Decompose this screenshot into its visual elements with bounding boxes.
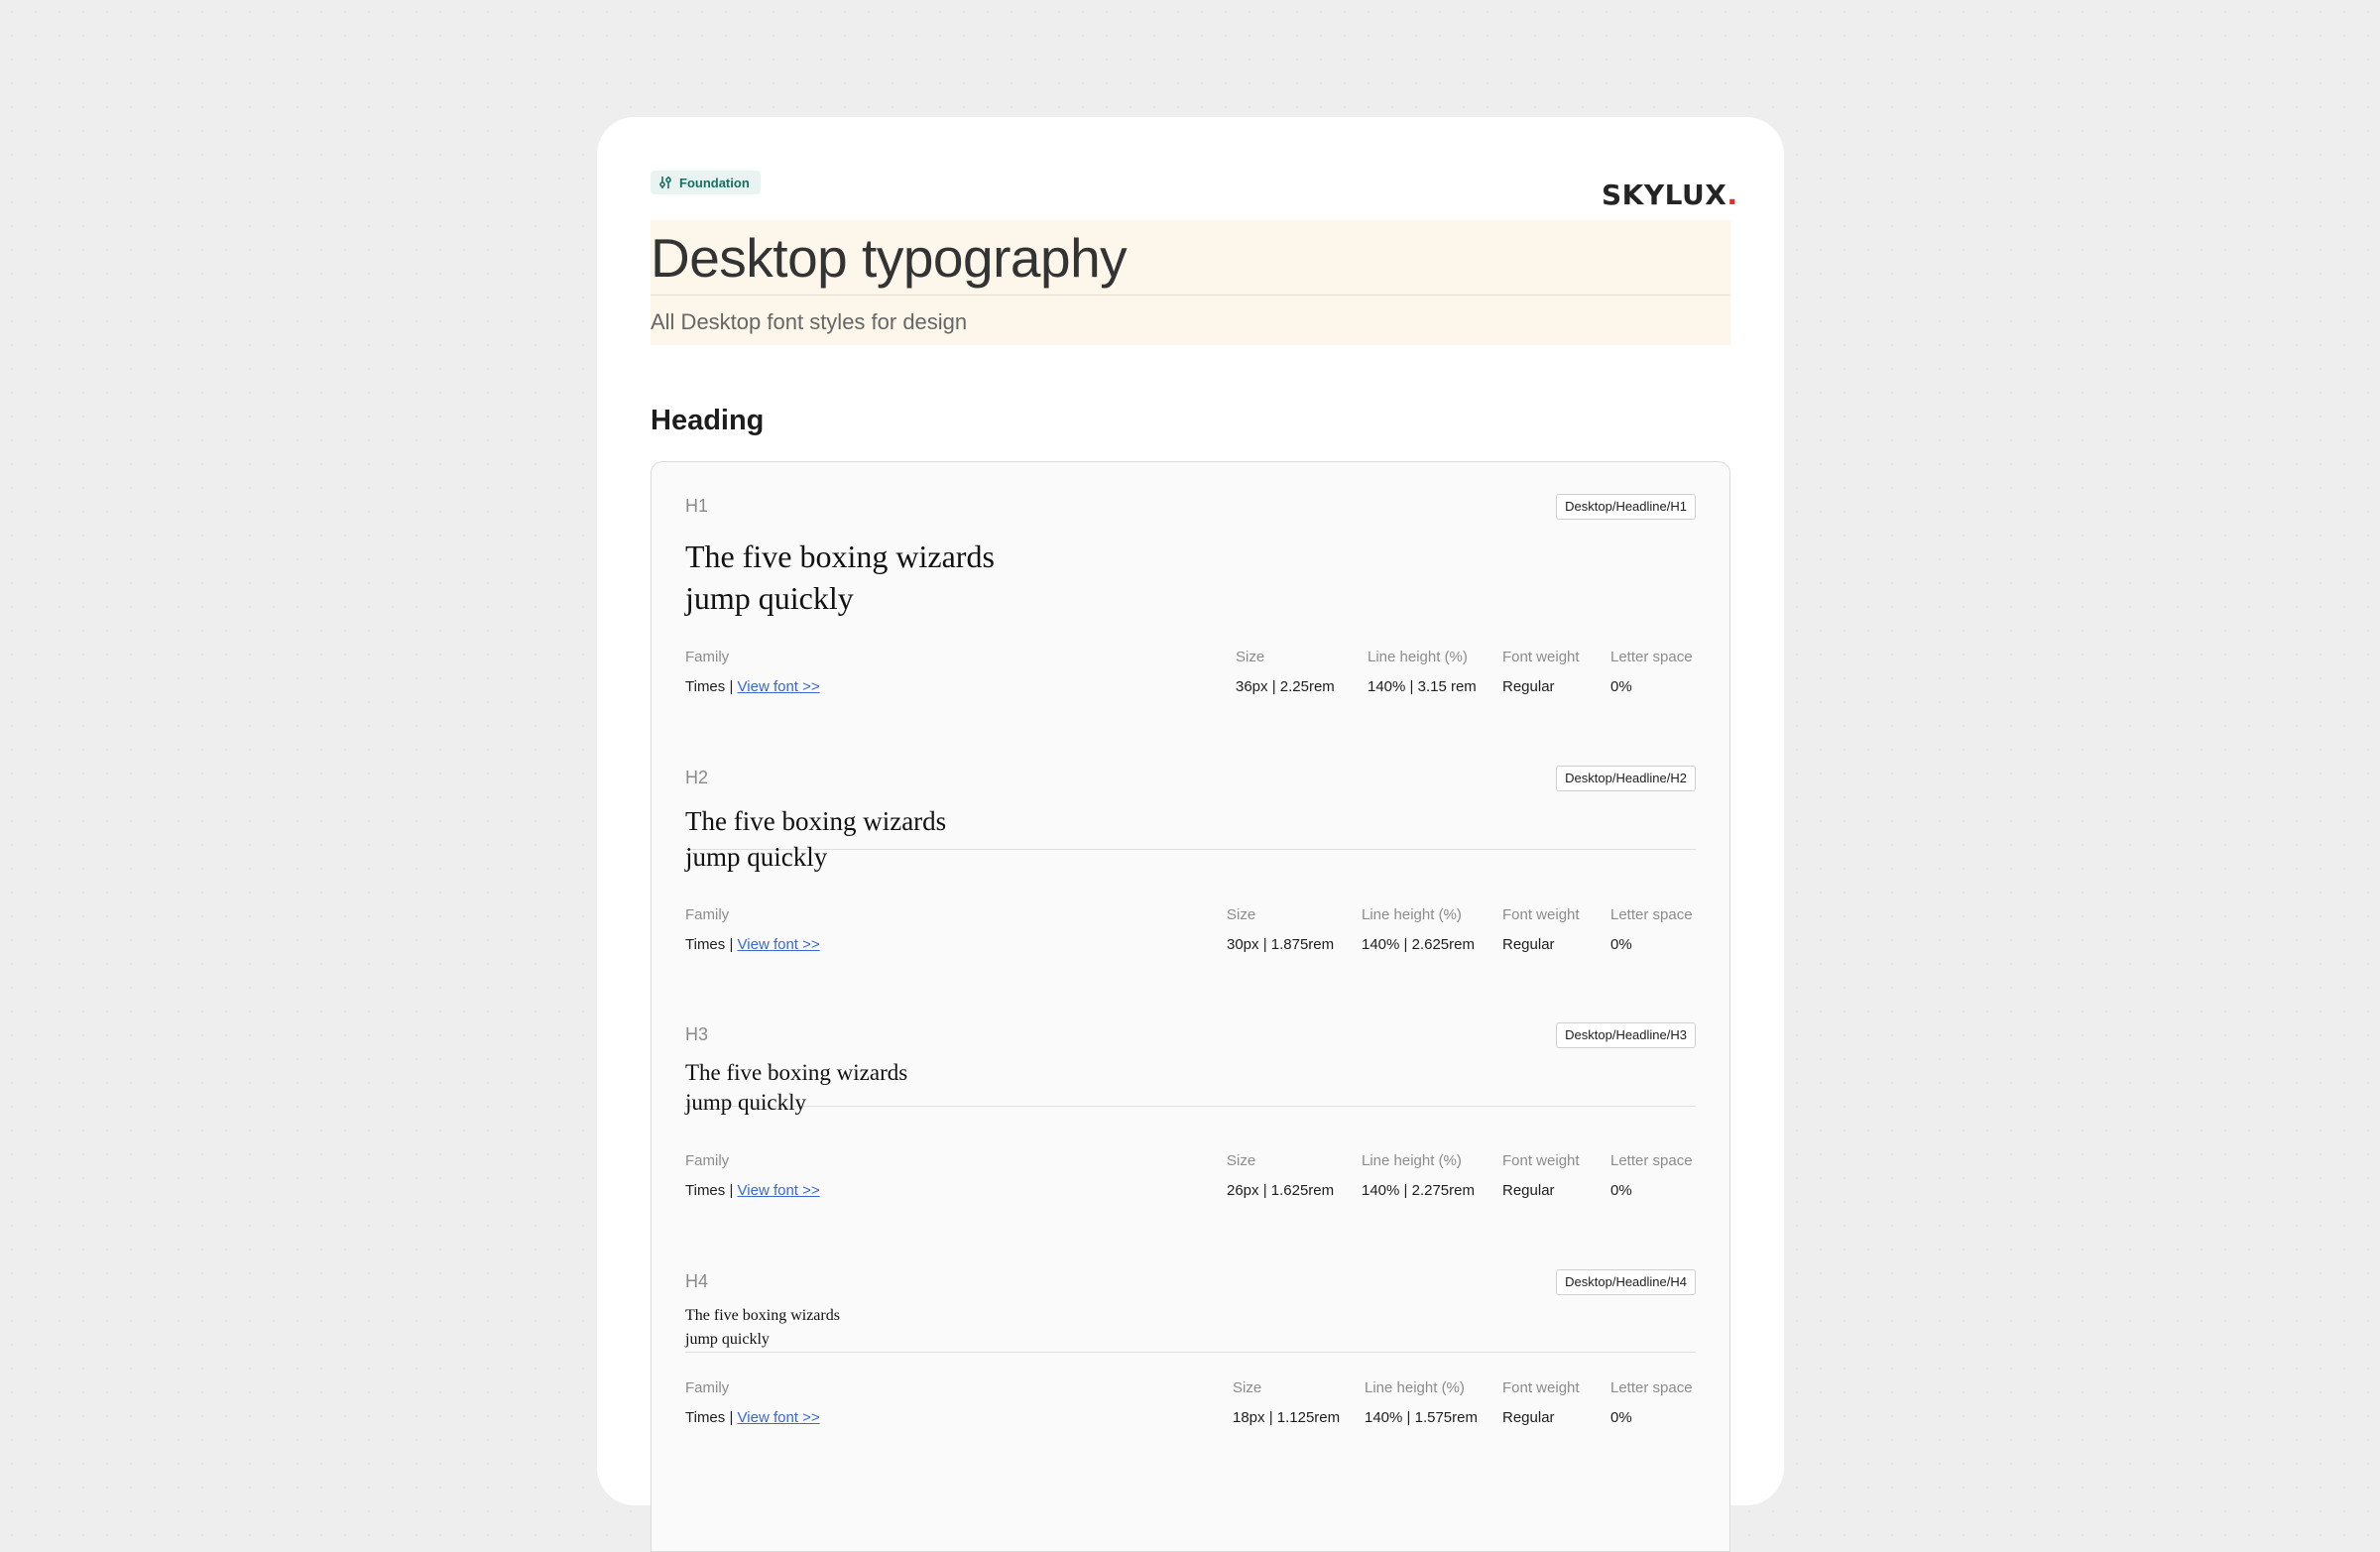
typography-card: Foundation SKYLUX. Desktop typography Al… [597,117,1784,1552]
size-value: 18px | 1.125rem [1233,1409,1341,1426]
view-font-link[interactable]: View font >> [738,678,820,695]
foundation-tag[interactable]: Foundation [651,171,761,194]
family-label: Family [685,1152,730,1169]
row-divider [685,1352,1696,1353]
size-label: Size [1227,1152,1256,1169]
line-height-value: 140% | 2.625rem [1362,936,1475,953]
hero-banner: Desktop typography All Desktop font styl… [651,220,1730,345]
letter-space-value: 0% [1610,936,1632,953]
style-token-chip[interactable]: Desktop/Headline/H2 [1556,766,1696,791]
heading-styles-list: H1 Desktop/Headline/H1 The five boxing w… [651,461,1730,1552]
line-height-label: Line height (%) [1362,1152,1462,1169]
line-height-value: 140% | 2.275rem [1362,1182,1475,1199]
font-weight-label: Font weight [1502,1152,1580,1169]
size-label: Size [1236,649,1265,665]
family-value: Times | View font >> [685,936,820,953]
font-weight-value: Regular [1502,936,1555,953]
family-value: Times | View font >> [685,678,820,695]
line-height-label: Line height (%) [1368,649,1468,665]
skylux-logo: SKYLUX. [1602,179,1738,211]
settings-sliders-icon [658,176,672,189]
view-font-link[interactable]: View font >> [738,936,820,953]
type-sample: The five boxing wizards jump quickly [685,806,947,872]
hero-divider [651,295,1730,296]
font-weight-value: Regular [1502,1409,1555,1426]
style-token-chip[interactable]: Desktop/Headline/H3 [1556,1022,1696,1048]
letter-space-label: Letter space [1610,649,1693,665]
size-value: 26px | 1.625rem [1227,1182,1335,1199]
style-level: H2 [685,768,709,787]
family-label: Family [685,1379,730,1396]
font-weight-label: Font weight [1502,1379,1580,1396]
line-height-label: Line height (%) [1365,1379,1465,1396]
style-token-chip[interactable]: Desktop/Headline/H4 [1556,1269,1696,1295]
type-sample: The five boxing wizards jump quickly [685,1307,840,1348]
view-font-link[interactable]: View font >> [738,1409,820,1426]
line-height-value: 140% | 1.575rem [1365,1409,1478,1426]
size-label: Size [1227,906,1256,923]
view-font-link[interactable]: View font >> [738,1182,820,1199]
family-value: Times | View font >> [685,1409,820,1426]
letter-space-value: 0% [1610,1182,1632,1199]
letter-space-value: 0% [1610,678,1632,695]
font-weight-value: Regular [1502,678,1555,695]
style-token-chip[interactable]: Desktop/Headline/H1 [1556,494,1696,520]
size-value: 36px | 2.25rem [1236,678,1335,695]
line-height-label: Line height (%) [1362,906,1462,923]
letter-space-value: 0% [1610,1409,1632,1426]
letter-space-label: Letter space [1610,906,1693,923]
type-sample: The five boxing wizards jump quickly [685,1060,908,1115]
line-height-value: 140% | 3.15 rem [1368,678,1477,695]
foundation-tag-label: Foundation [679,175,750,190]
family-label: Family [685,649,730,665]
letter-space-label: Letter space [1610,1152,1693,1169]
letter-space-label: Letter space [1610,1379,1693,1396]
style-level: H3 [685,1024,709,1044]
style-level: H1 [685,496,709,516]
size-value: 30px | 1.875rem [1227,936,1335,953]
style-level: H4 [685,1271,709,1291]
type-sample: The five boxing wizards jump quickly [685,538,995,616]
family-value: Times | View font >> [685,1182,820,1199]
size-label: Size [1233,1379,1262,1396]
page-title: Desktop typography [651,227,1128,289]
section-title-heading: Heading [651,405,765,436]
font-weight-label: Font weight [1502,906,1580,923]
font-weight-label: Font weight [1502,649,1580,665]
family-label: Family [685,906,730,923]
page-subtitle: All Desktop font styles for design [651,309,968,334]
font-weight-value: Regular [1502,1182,1555,1199]
